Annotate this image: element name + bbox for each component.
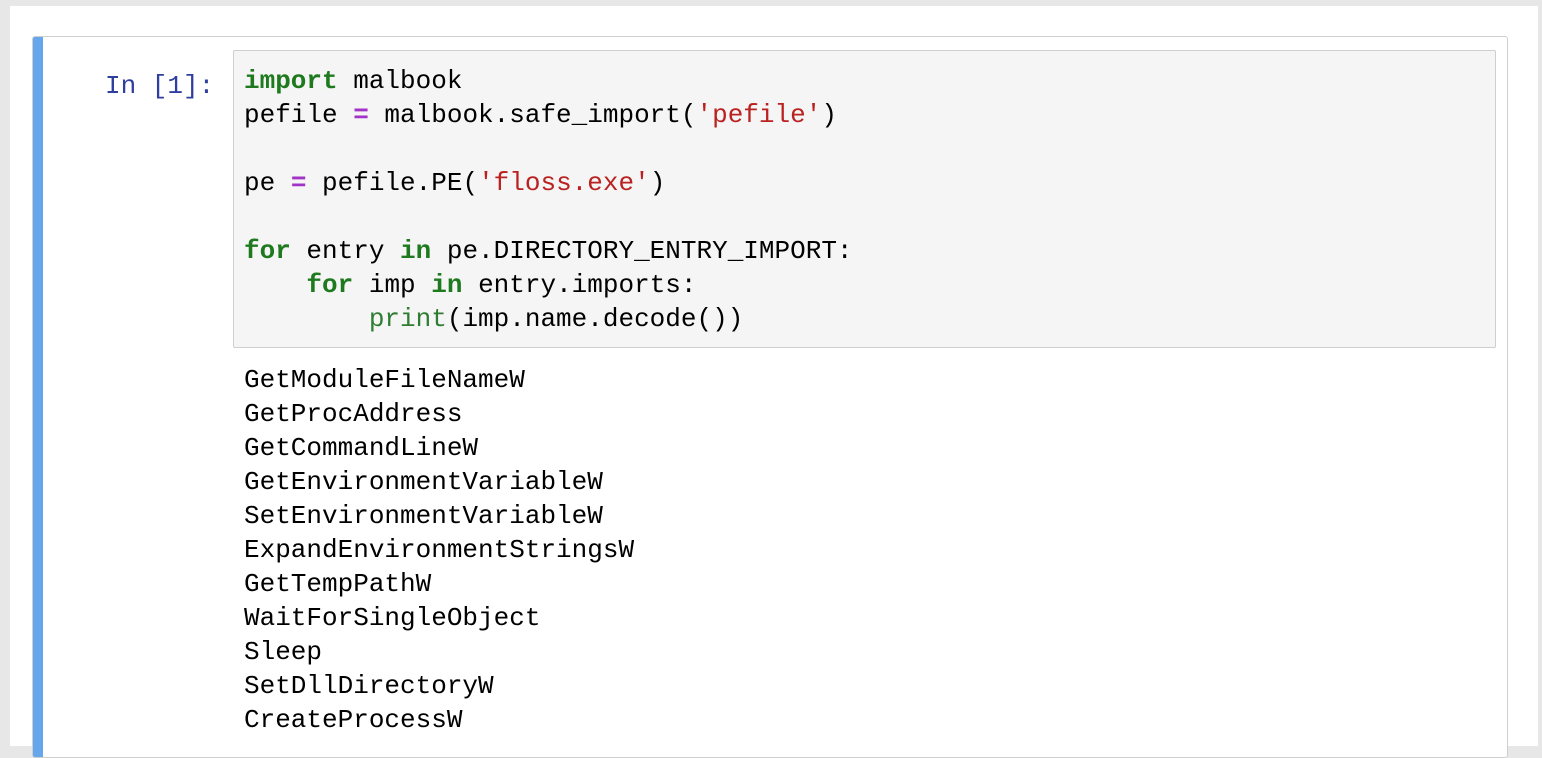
code-text[interactable]: import malbook pefile = malbook.safe_impo… — [244, 64, 853, 336]
output-line: GetModuleFileNameW — [244, 365, 525, 395]
output-line: GetCommandLineW — [244, 433, 479, 463]
code-token: ) — [649, 168, 666, 198]
code-editor[interactable]: import malbook pefile = malbook.safe_impo… — [233, 50, 1496, 348]
code-token: pefile — [244, 100, 354, 130]
notebook-container: In [1]: import malbook pefile = malbook.s… — [10, 6, 1538, 758]
code-token: pefile.PE( — [306, 168, 479, 198]
output-line: ExpandEnvironmentStringsW — [244, 535, 635, 565]
keyword: in — [431, 270, 463, 300]
keyword: import — [244, 66, 338, 96]
code-token: (imp.name.decode()) — [446, 304, 744, 334]
code-token: malbook — [337, 66, 463, 96]
output-line: SetDllDirectoryW — [244, 671, 494, 701]
code-token: ) — [821, 100, 837, 130]
cell-selection-bar — [33, 37, 43, 757]
code-line: pe = pefile.PE('floss.exe') — [244, 166, 853, 200]
keyword: for — [244, 236, 291, 266]
output-line: SetEnvironmentVariableW — [244, 501, 603, 531]
keyword: for — [306, 270, 354, 300]
code-line: print(imp.name.decode()) — [244, 302, 853, 336]
code-cell[interactable]: In [1]: import malbook pefile = malbook.s… — [32, 36, 1508, 758]
code-token: pe.DIRECTORY_ENTRY_IMPORT: — [431, 236, 853, 266]
output-line: WaitForSingleObject — [244, 603, 541, 633]
input-prompt: In [1]: — [105, 71, 215, 101]
cell-output: GetModuleFileNameW GetProcAddress GetCom… — [244, 363, 634, 737]
string-literal: 'floss.exe' — [478, 168, 650, 198]
code-line: for imp in entry.imports: — [244, 268, 853, 302]
code-line: pefile = malbook.safe_import('pefile') — [244, 98, 853, 132]
builtin-function: print — [368, 304, 447, 334]
keyword: in — [400, 236, 432, 266]
output-line: GetProcAddress — [244, 399, 463, 429]
code-token: pe — [244, 168, 291, 198]
operator: = — [290, 168, 307, 198]
code-line: for entry in pe.DIRECTORY_ENTRY_IMPORT: — [244, 234, 853, 268]
output-line: Sleep — [244, 637, 323, 667]
code-token: entry.imports: — [462, 270, 697, 300]
code-token: malbook.safe_import( — [368, 100, 697, 130]
string-literal: 'pefile' — [696, 100, 822, 130]
code-token: entry — [290, 236, 401, 266]
output-line: GetEnvironmentVariableW — [244, 467, 603, 497]
code-line: import malbook — [244, 64, 853, 98]
code-token: imp — [353, 270, 432, 300]
operator: = — [353, 100, 369, 130]
output-line: GetTempPathW — [244, 569, 432, 599]
